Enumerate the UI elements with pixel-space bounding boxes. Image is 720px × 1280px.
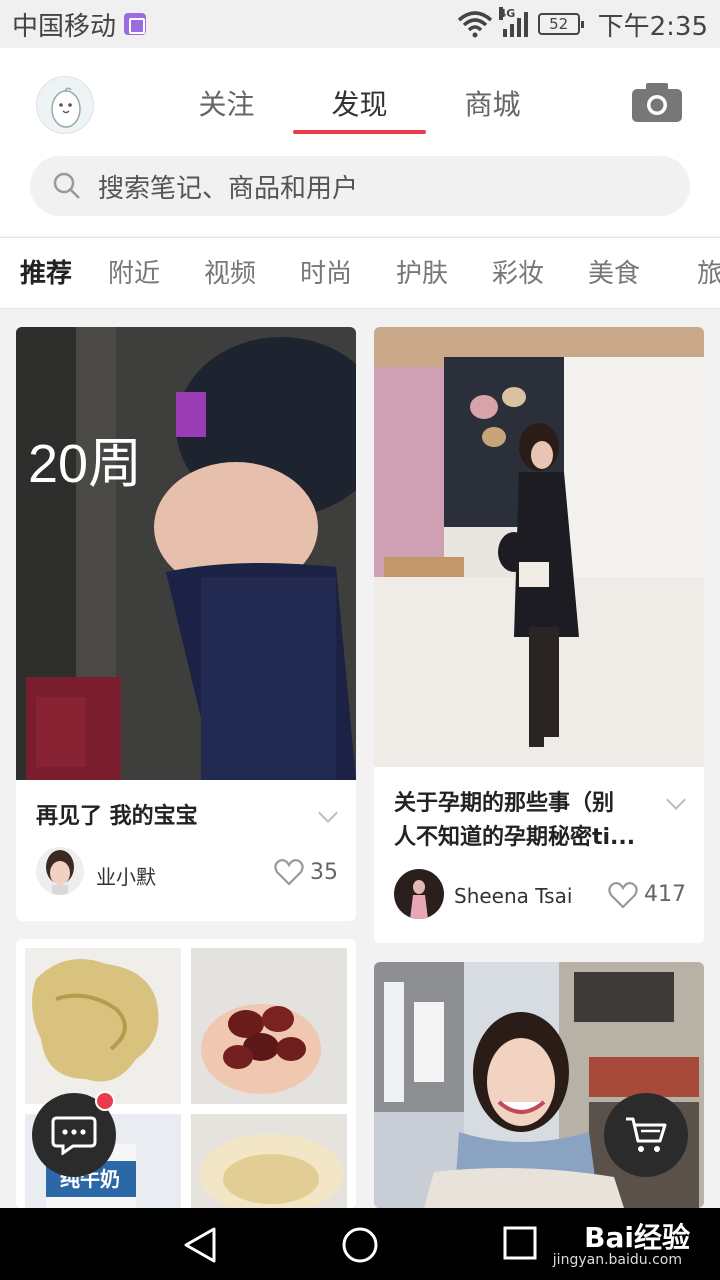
search-input[interactable]: 搜索笔记、商品和用户 [98, 168, 358, 205]
cover-overlay-text: 20周 [28, 434, 143, 494]
my-avatar[interactable] [36, 76, 94, 134]
note-card[interactable]: 20周 再见了 我的宝宝 业小默 35 [16, 327, 356, 921]
category-food[interactable]: 美食 [576, 238, 652, 308]
camera-icon[interactable] [632, 82, 682, 122]
shopping-cart-icon [626, 1117, 667, 1152]
note-title: 关于孕期的那些事（别 人不知道的孕期秘密ti... [394, 787, 664, 855]
cart-button[interactable] [604, 1093, 688, 1177]
category-bar: 推荐附近视频时尚护肤彩妆美食旅 [0, 237, 720, 309]
category-nearby[interactable]: 附近 [96, 238, 172, 308]
gallery-notification-icon [124, 13, 147, 35]
chevron-down-icon[interactable] [318, 803, 338, 823]
wifi-icon [457, 11, 492, 38]
watermark-logo: Bai经验 [584, 1221, 690, 1254]
category-makeup[interactable]: 彩妆 [480, 238, 556, 308]
clock: 下午2:35 [597, 11, 708, 42]
author-name[interactable]: Sheena Tsai [454, 884, 572, 908]
unread-badge [95, 1091, 115, 1111]
chevron-down-icon[interactable] [666, 790, 686, 810]
note-title-line: 人不知道的孕期秘密ti... [394, 825, 636, 850]
category-video[interactable]: 视频 [192, 238, 268, 308]
top-header: 关注 发现 商城 搜索笔记、商品和用户 [0, 48, 720, 236]
chat-bubble-icon [51, 1116, 97, 1155]
like-heart-icon[interactable] [608, 881, 638, 909]
watermark-url: jingyan.baidu.com [552, 1252, 682, 1268]
category-travel[interactable]: 旅 [672, 238, 720, 308]
note-cover-image [16, 327, 356, 780]
like-heart-icon[interactable] [274, 858, 304, 886]
tab-mall[interactable]: 商城 [426, 78, 559, 132]
tab-discover[interactable]: 发现 [293, 78, 426, 134]
battery-icon: 52 [537, 13, 584, 35]
note-title: 再见了 我的宝宝 [36, 804, 198, 829]
top-tabs: 关注 发现 商城 [160, 78, 559, 134]
search-icon [53, 172, 80, 199]
home-icon[interactable] [341, 1226, 379, 1264]
back-icon[interactable] [182, 1226, 218, 1264]
author-avatar[interactable] [36, 847, 84, 895]
status-bar: 中国移动 4G 52 下午2:35 [0, 0, 720, 48]
author-name[interactable]: 业小默 [96, 861, 156, 890]
category-recommend[interactable]: 推荐 [20, 238, 76, 308]
signal-icon: 4G [498, 7, 528, 37]
tab-follow[interactable]: 关注 [160, 78, 293, 132]
network-type: 4G [498, 7, 516, 20]
note-card[interactable]: 关于孕期的那些事（别 人不知道的孕期秘密ti... Sheena Tsai 41… [374, 327, 704, 943]
note-cover-image [374, 327, 704, 767]
recent-apps-icon[interactable] [503, 1226, 537, 1260]
like-count: 35 [310, 860, 338, 885]
author-avatar[interactable] [394, 869, 444, 919]
category-fashion[interactable]: 时尚 [288, 238, 364, 308]
category-skincare[interactable]: 护肤 [384, 238, 460, 308]
carrier-label: 中国移动 [12, 11, 117, 42]
system-navigation-bar: Bai经验 jingyan.baidu.com [0, 1208, 720, 1280]
ghost-avatar-icon [51, 87, 81, 128]
note-title-line: 关于孕期的那些事（别 [394, 791, 615, 816]
like-count: 417 [644, 882, 686, 907]
search-bar[interactable]: 搜索笔记、商品和用户 [30, 156, 690, 216]
